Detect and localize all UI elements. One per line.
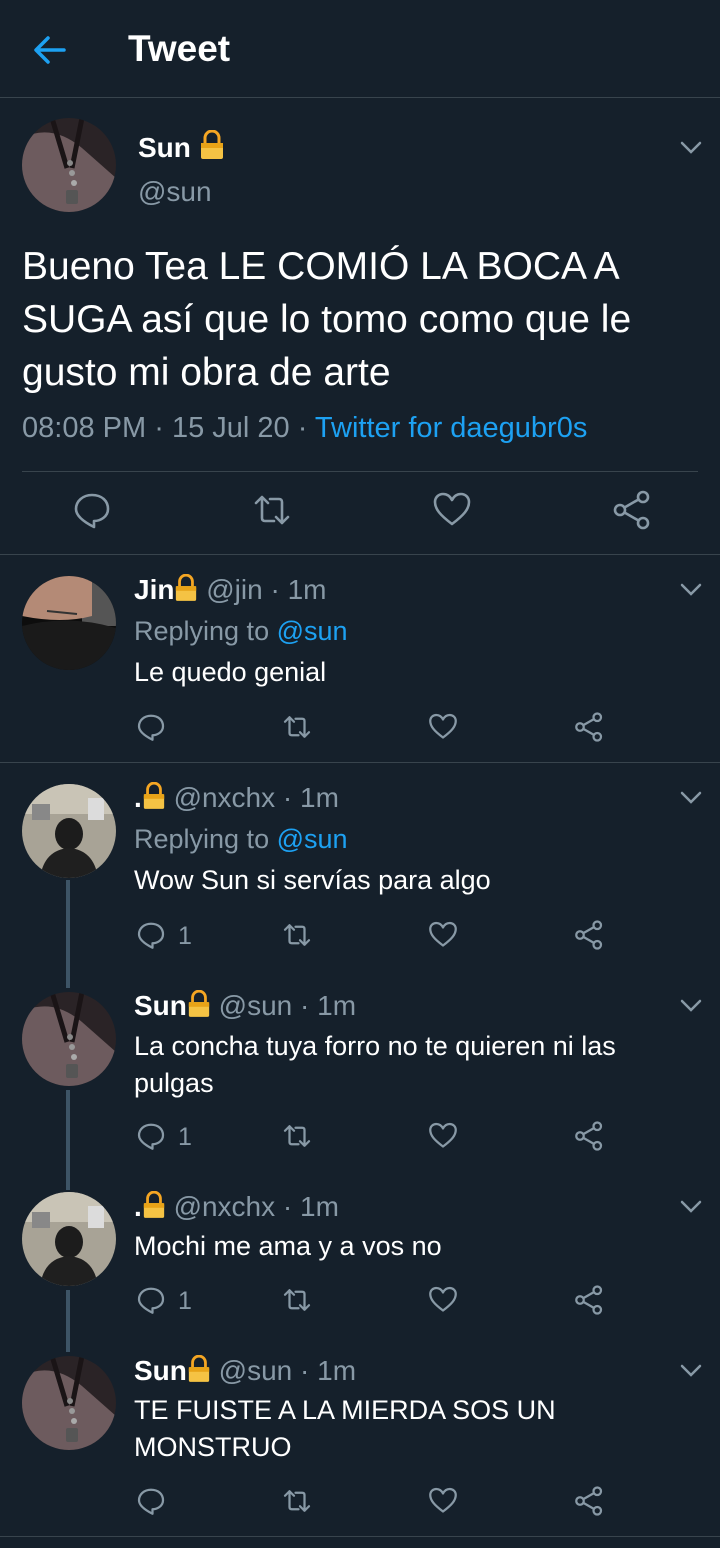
reply-handle[interactable]: @sun — [219, 1355, 293, 1386]
reply-time: 1m — [317, 990, 357, 1021]
mention-link[interactable]: @sun — [277, 616, 348, 646]
reply-icon[interactable] — [136, 1486, 166, 1518]
tweet-text: Bueno Tea LE COMIÓ LA BOCA A SUGA así qu… — [22, 245, 632, 394]
reply-handle[interactable]: @nxchx — [174, 1191, 276, 1222]
reply-count: 1 — [178, 1123, 192, 1151]
lock-icon — [199, 129, 225, 167]
avatar-sun[interactable] — [22, 118, 116, 212]
reply-icon[interactable] — [136, 1285, 166, 1317]
heart-icon[interactable] — [428, 712, 458, 744]
reply-author-name[interactable]: . — [134, 782, 142, 813]
page-title: Tweet — [128, 28, 231, 69]
share-icon[interactable] — [612, 490, 652, 530]
avatar-nxchx[interactable] — [22, 1192, 116, 1286]
reply-header: . @nxchx · 1m — [134, 781, 339, 817]
retweet-icon[interactable] — [282, 1121, 312, 1153]
heart-icon[interactable] — [432, 490, 472, 530]
share-icon[interactable] — [574, 1486, 604, 1518]
reply-handle[interactable]: @jin — [206, 574, 262, 605]
reply-time: 1m — [300, 1191, 339, 1222]
chevron-down-icon[interactable] — [678, 1193, 704, 1219]
tweet-source-link[interactable]: Twitter for daegubr0s — [315, 412, 587, 444]
share-icon[interactable] — [574, 1121, 604, 1153]
heart-icon[interactable] — [428, 1121, 458, 1153]
reply-icon[interactable] — [72, 490, 112, 530]
author-name[interactable]: Sun — [138, 129, 225, 167]
heart-icon[interactable] — [428, 1285, 458, 1317]
avatar-sun[interactable] — [22, 1356, 116, 1450]
tweet-meta: 08:08 PM · 15 Jul 20 · Twitter for daegu… — [22, 412, 588, 444]
replying-to: Replying to @sun — [134, 616, 348, 646]
lock-icon — [187, 989, 211, 1025]
reply-header: Sun @sun · 1m — [134, 989, 357, 1025]
reply-text: Wow Sun si servías para algo — [134, 865, 491, 895]
chevron-down-icon[interactable] — [678, 1357, 704, 1383]
back-arrow-icon[interactable] — [30, 30, 70, 70]
reply-icon[interactable] — [136, 920, 166, 952]
reply-text: Le quedo genial — [134, 657, 327, 687]
share-icon[interactable] — [574, 1285, 604, 1317]
chevron-down-icon[interactable] — [678, 992, 704, 1018]
chevron-down-icon[interactable] — [678, 134, 704, 160]
tweet-actions — [0, 490, 720, 536]
tweet-date: 15 Jul 20 — [171, 412, 290, 444]
reply-header: Jin @jin · 1m — [134, 573, 327, 609]
reply-time: 1m — [300, 782, 339, 813]
heart-icon[interactable] — [428, 1486, 458, 1518]
retweet-icon[interactable] — [282, 1486, 312, 1518]
reply-count: 1 — [178, 1287, 192, 1315]
thread-line — [66, 1290, 70, 1352]
retweet-icon[interactable] — [282, 1285, 312, 1317]
author-handle[interactable]: @sun — [138, 176, 212, 208]
divider — [0, 762, 720, 763]
reply-header: . @nxchx · 1m — [134, 1190, 339, 1226]
reply-author-name[interactable]: Sun — [134, 1355, 187, 1386]
lock-icon — [174, 573, 198, 609]
heart-icon[interactable] — [428, 920, 458, 952]
chevron-down-icon[interactable] — [678, 784, 704, 810]
divider — [0, 1536, 720, 1537]
reply-author-name[interactable]: Sun — [134, 990, 187, 1021]
thread-line — [66, 1090, 70, 1190]
reply-handle[interactable]: @nxchx — [174, 782, 276, 813]
avatar-nxchx[interactable] — [22, 784, 116, 878]
lock-icon — [187, 1354, 211, 1390]
tweet-page: Tweet Sun @sun Bueno Tea LE COMIÓ LA BOC… — [0, 0, 720, 1548]
retweet-icon[interactable] — [282, 712, 312, 744]
reply-author-name[interactable]: Jin — [134, 574, 174, 605]
reply-text: La concha tuya forro no te quieren ni la… — [134, 1031, 616, 1098]
reply-count: 1 — [178, 922, 192, 950]
top-bar: Tweet — [0, 0, 720, 98]
lock-icon — [142, 781, 166, 817]
reply-author-name[interactable]: . — [134, 1191, 142, 1222]
share-icon[interactable] — [574, 712, 604, 744]
lock-icon — [142, 1190, 166, 1226]
reply-time: 1m — [317, 1355, 357, 1386]
mention-link[interactable]: @sun — [277, 824, 348, 854]
replying-to: Replying to @sun — [134, 824, 348, 854]
share-icon[interactable] — [574, 920, 604, 952]
avatar-jin[interactable] — [22, 576, 116, 670]
reply-header: Sun @sun · 1m — [134, 1354, 357, 1390]
retweet-icon[interactable] — [252, 490, 292, 530]
retweet-icon[interactable] — [282, 920, 312, 952]
tweet-time: 08:08 PM — [22, 412, 147, 444]
reply-text: TE FUISTE A LA MIERDA SOS UN MONSTRUO — [134, 1395, 556, 1462]
avatar-sun[interactable] — [22, 992, 116, 1086]
reply-icon[interactable] — [136, 712, 166, 744]
reply-icon[interactable] — [136, 1121, 166, 1153]
divider — [0, 554, 720, 555]
reply-text: Mochi me ama y a vos no — [134, 1231, 442, 1261]
chevron-down-icon[interactable] — [678, 576, 704, 602]
reply-time: 1m — [287, 574, 327, 605]
divider — [22, 471, 698, 472]
thread-line — [66, 880, 70, 988]
reply-handle[interactable]: @sun — [219, 990, 293, 1021]
